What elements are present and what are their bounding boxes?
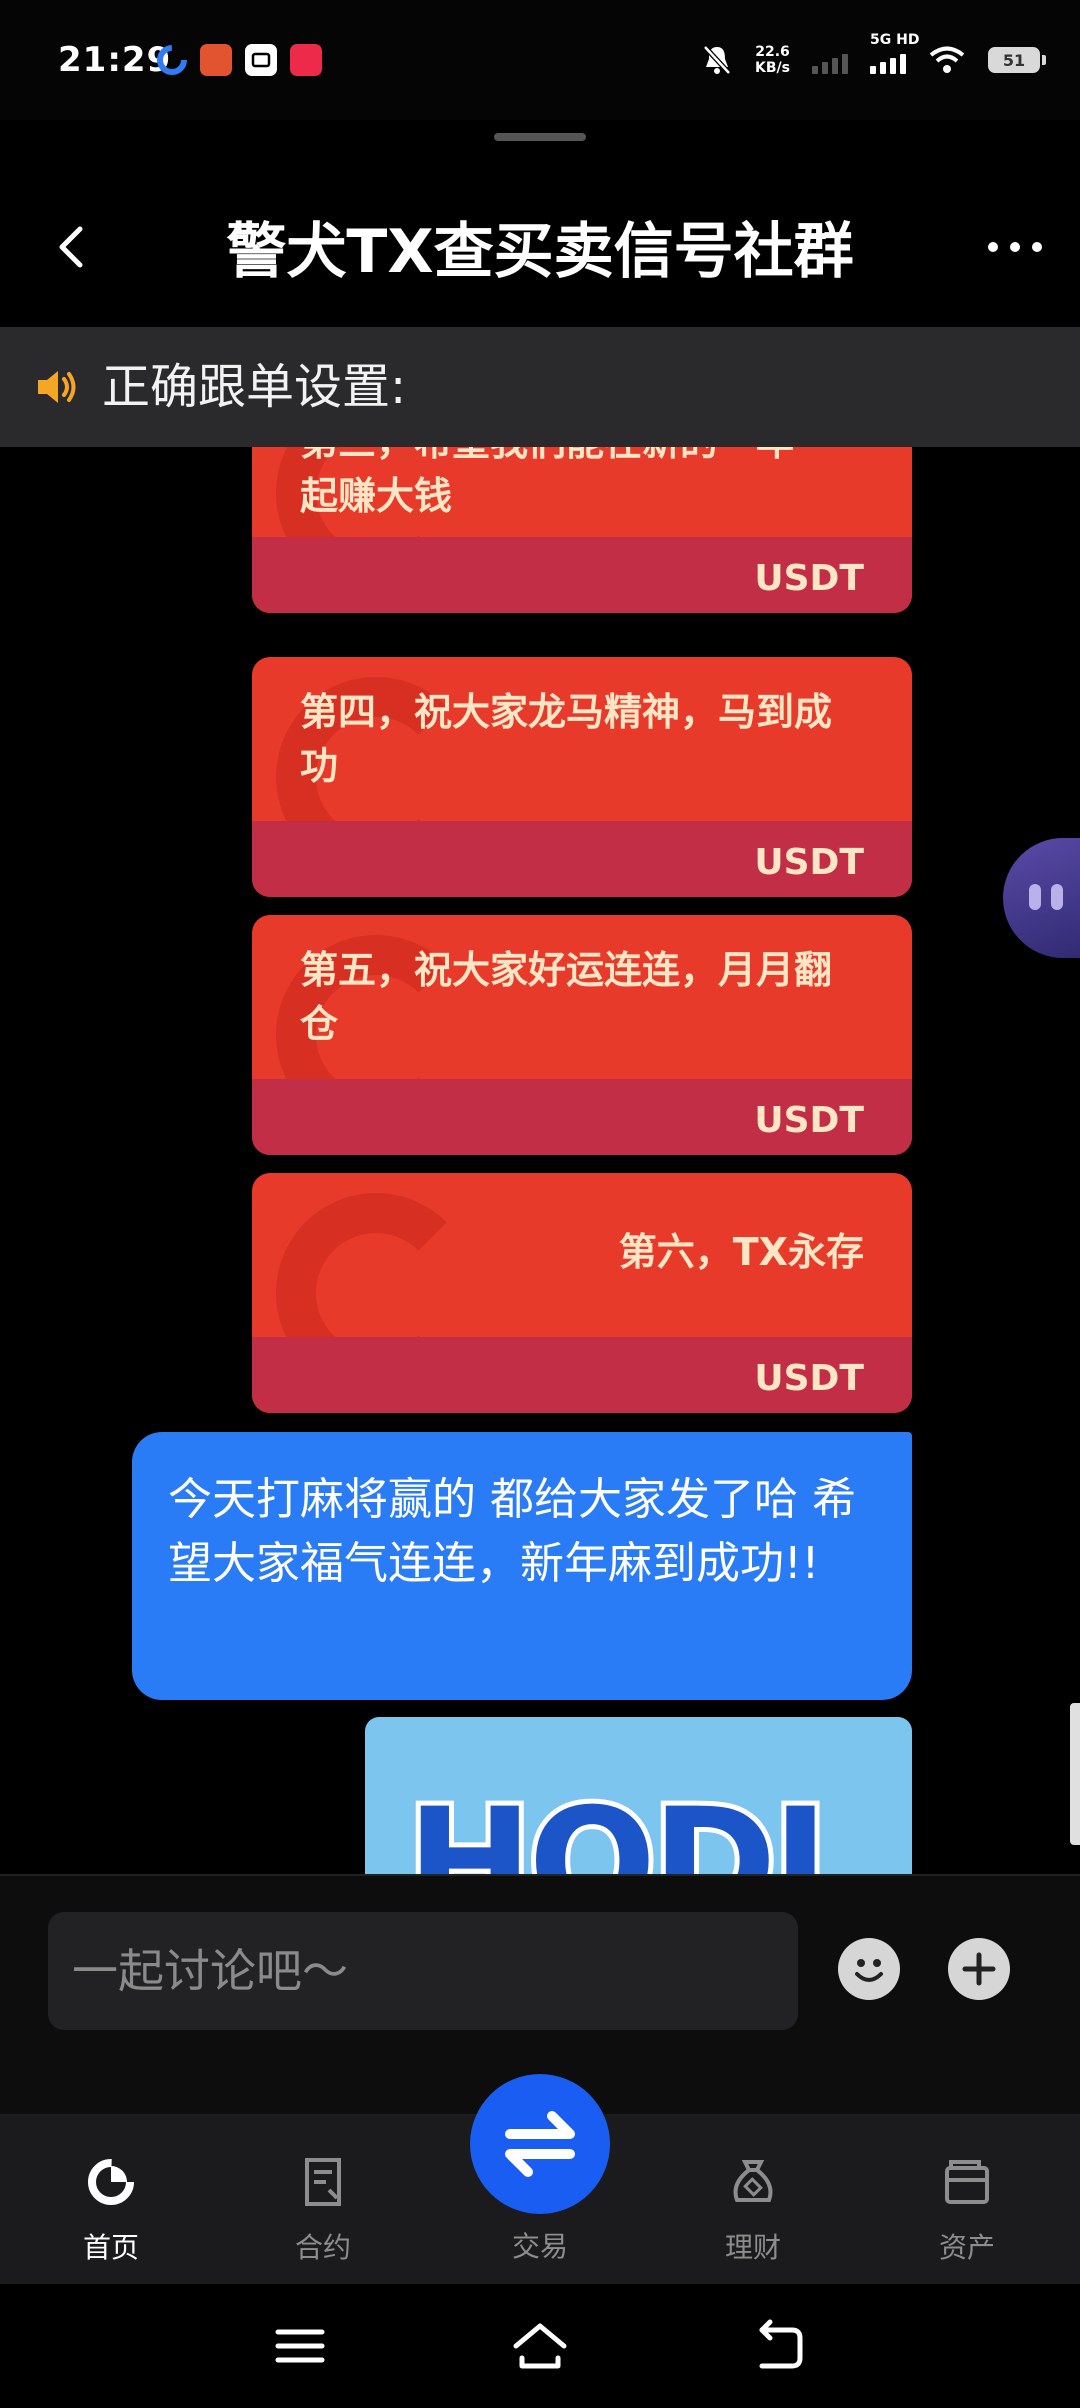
more-dot (1010, 242, 1020, 252)
money-bag-icon (733, 2160, 773, 2202)
mute-bell-icon (703, 45, 731, 75)
net-speed: 22.6 KB/s (755, 44, 790, 76)
status-time: 21:29 (58, 40, 172, 80)
nav-label-trade: 交易 (511, 2230, 568, 2263)
emoji-button[interactable] (838, 1938, 900, 2000)
signal-5g: 5G HD (870, 32, 919, 74)
red-packet-message[interactable]: 第四，祝大家龙马精神，马到成功 USDT (252, 657, 912, 897)
nav-item-finance[interactable]: 理财 (688, 2154, 818, 2266)
add-attachment-button[interactable] (948, 1938, 1010, 2000)
red-packet-text: 第六，TX永存 (618, 1230, 864, 1274)
menu-icon[interactable] (272, 2318, 328, 2374)
contract-doc-icon (305, 2158, 341, 2206)
nav-label: 首页 (82, 2231, 139, 2264)
nav-item-contract[interactable]: 合约 (258, 2154, 388, 2266)
trade-fab-button[interactable] (470, 2074, 610, 2214)
back-system-icon[interactable] (752, 2318, 808, 2374)
app-notification-icon (290, 44, 322, 76)
page-title: 警犬TX查买卖信号社群 (226, 217, 854, 287)
home-icon[interactable] (512, 2318, 568, 2374)
nav-item-home[interactable]: 首页 (46, 2154, 176, 2266)
red-packet-coin: USDT (754, 1100, 864, 1141)
image-text: HODL (402, 1772, 873, 1874)
app-notification-icon (156, 44, 188, 76)
more-dot (1032, 242, 1042, 252)
announcement-text: 正确跟单设置: (102, 359, 407, 415)
plus-icon (962, 1952, 996, 1986)
red-packet-message[interactable]: 第三，希望我们能在新的一年一起赚大钱 USDT (252, 447, 912, 613)
assistant-eye (1029, 884, 1041, 910)
chat-header: 警犬TX查买卖信号社群 (0, 175, 1080, 325)
red-packet-message[interactable]: 第五，祝大家好运连连，月月翻仓 USDT (252, 915, 912, 1155)
signal-icon (870, 46, 906, 74)
system-nav-bar (0, 2284, 1080, 2408)
wallet-icon (945, 2160, 989, 2204)
wifi-icon (929, 46, 965, 73)
red-packet-text: 第三，希望我们能在新的一年一起赚大钱 (300, 447, 832, 518)
announcement-bar[interactable]: 正确跟单设置: (0, 327, 1080, 447)
nav-label: 理财 (724, 2231, 781, 2264)
assistant-eye (1051, 884, 1063, 910)
red-packet-coin: USDT (754, 1358, 864, 1399)
red-packet-coin: USDT (754, 558, 864, 599)
app-notification-icon (200, 44, 232, 76)
red-packet-coin: USDT (754, 842, 864, 883)
image-message[interactable]: HODL (365, 1717, 912, 1874)
nav-label: 资产 (938, 2231, 995, 2264)
home-logo-icon (88, 2159, 134, 2205)
status-indicators: 22.6 KB/s 5G HD 51 (701, 32, 1046, 80)
message-list[interactable]: 第三，希望我们能在新的一年一起赚大钱 USDT 第四，祝大家龙马精神，马到成功 … (0, 447, 1080, 1874)
scrollbar[interactable] (1070, 1703, 1080, 1845)
signal-icon (812, 46, 848, 74)
battery-icon: 51 (988, 47, 1046, 73)
emoji-icon (855, 1959, 883, 1982)
drag-handle[interactable] (494, 133, 586, 141)
speaker-icon (38, 371, 76, 403)
red-packet-message[interactable]: 第六，TX永存 USDT (252, 1173, 912, 1413)
app-notification-icon (245, 44, 277, 76)
more-button[interactable] (980, 227, 1050, 267)
text-message-bubble[interactable]: 今天打麻将赢的 都给大家发了哈 希望大家福气连连，新年麻到成功!! (132, 1432, 912, 1700)
nav-item-assets[interactable]: 资产 (902, 2154, 1032, 2266)
nav-label: 合约 (294, 2231, 351, 2264)
more-dot (988, 242, 998, 252)
swap-arrows-icon (505, 2111, 575, 2177)
red-packet-text: 第四，祝大家龙马精神，马到成功 (300, 690, 833, 788)
red-packet-text: 第五，祝大家好运连连，月月翻仓 (300, 948, 833, 1046)
status-bar: 21:29 22.6 KB/s 5G HD 51 (0, 0, 1080, 120)
message-input[interactable]: 一起讨论吧～ (48, 1912, 798, 2030)
